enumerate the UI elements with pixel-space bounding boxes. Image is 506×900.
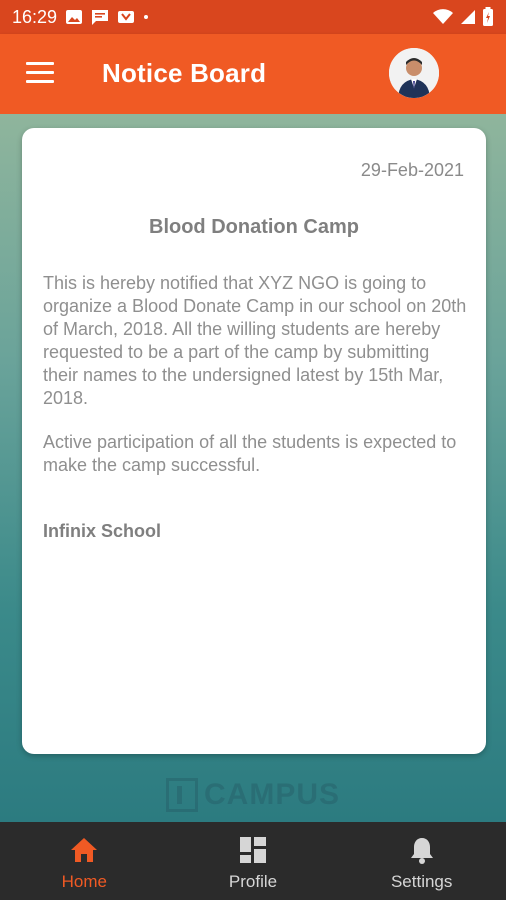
home-icon bbox=[69, 836, 99, 864]
status-time: 16:29 bbox=[12, 6, 58, 27]
gallery-icon bbox=[65, 9, 83, 25]
status-bar: 16:29 bbox=[0, 0, 506, 34]
notice-signature: Infinix School bbox=[43, 521, 162, 541]
watermark-text: CAMPUS bbox=[204, 778, 341, 811]
signal-icon bbox=[460, 9, 476, 25]
notice-date: 29-Feb-2021 bbox=[360, 160, 464, 180]
notice-body: This is hereby notified that XYZ NGO is … bbox=[43, 272, 468, 498]
status-right bbox=[432, 7, 494, 27]
profile-grid-icon bbox=[239, 836, 267, 864]
nav-item-settings[interactable]: Settings bbox=[337, 822, 506, 900]
user-avatar[interactable] bbox=[389, 48, 439, 98]
notification-icon bbox=[117, 9, 135, 25]
message-icon bbox=[91, 9, 109, 26]
dot-icon bbox=[143, 14, 149, 20]
nav-label-profile: Profile bbox=[228, 872, 278, 891]
hamburger-menu-icon[interactable] bbox=[26, 62, 54, 84]
nav-label-home: Home bbox=[61, 872, 108, 891]
notice-card[interactable]: 29-Feb-2021 Blood Donation Camp This is … bbox=[22, 128, 486, 754]
bell-icon bbox=[409, 836, 435, 864]
battery-icon bbox=[482, 7, 494, 27]
nav-label-settings: Settings bbox=[390, 872, 453, 891]
notice-paragraph: This is hereby notified that XYZ NGO is … bbox=[43, 273, 467, 408]
page-title: Notice Board bbox=[102, 58, 267, 88]
wifi-icon bbox=[432, 9, 454, 25]
app-bar: Notice Board bbox=[0, 34, 506, 114]
campus-watermark-logo: CAMPUS bbox=[166, 778, 340, 812]
notice-paragraph: Active participation of all the students… bbox=[43, 432, 457, 475]
campus-logo-icon bbox=[166, 778, 198, 812]
nav-item-profile[interactable]: Profile bbox=[169, 822, 338, 900]
nav-item-home[interactable]: Home bbox=[0, 822, 169, 900]
bottom-navigation: Home Profile Settings bbox=[0, 822, 506, 900]
status-left: 16:29 bbox=[12, 7, 149, 28]
notice-title: Blood Donation Camp bbox=[149, 216, 359, 238]
